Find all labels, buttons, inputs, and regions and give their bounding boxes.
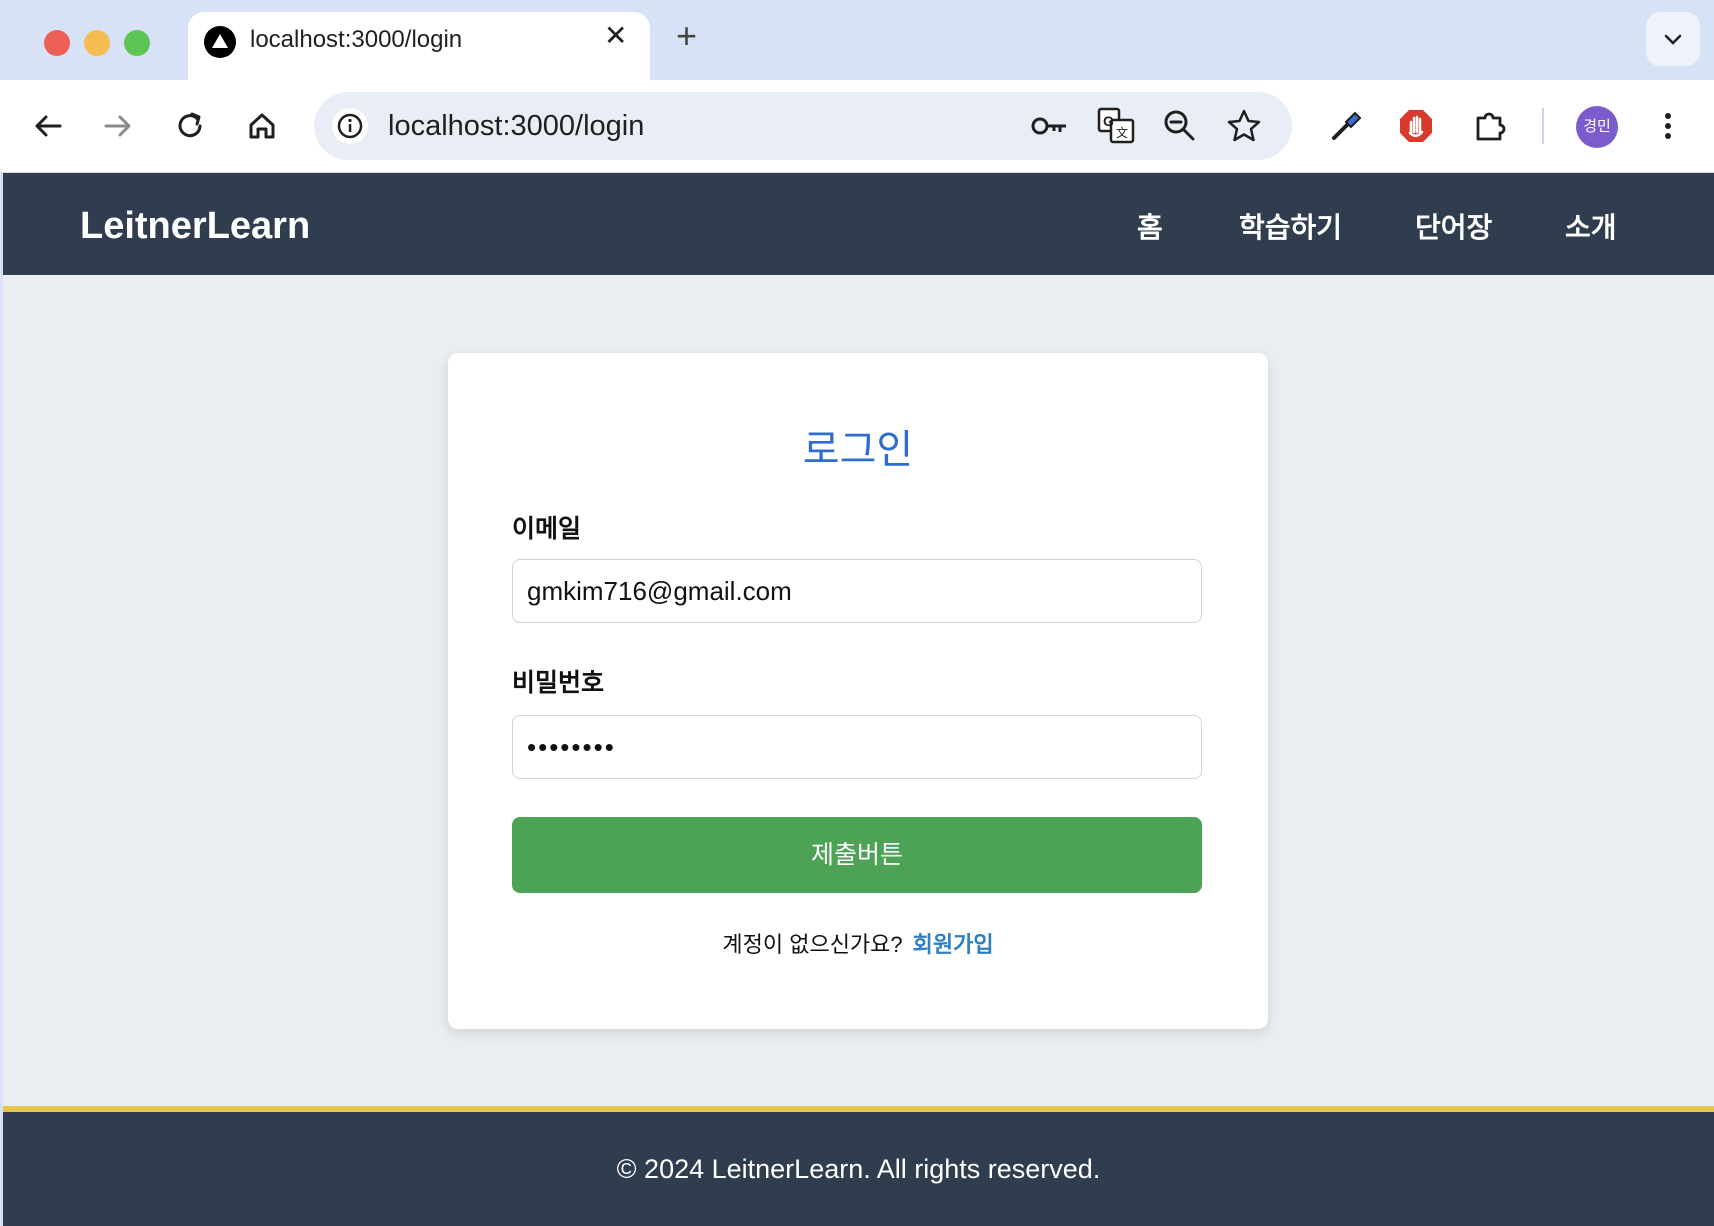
- translate-icon[interactable]: G 文: [1096, 106, 1136, 146]
- password-label: 비밀번호: [512, 669, 605, 697]
- bookmark-star-icon[interactable]: [1224, 106, 1264, 146]
- zoom-out-icon[interactable]: [1160, 106, 1200, 146]
- footer-copyright: © 2024 LeitnerLearn. All rights reserved…: [616, 1154, 1101, 1184]
- password-field[interactable]: ••••••••: [512, 715, 1202, 779]
- tab-strip: localhost:3000/login ✕ +: [0, 0, 1714, 80]
- chevron-down-icon: [1664, 34, 1682, 45]
- new-tab-button[interactable]: +: [676, 18, 697, 54]
- signup-link[interactable]: 회원가입: [913, 932, 994, 957]
- tab-search-button[interactable]: [1646, 12, 1700, 66]
- svg-text:文: 文: [1116, 125, 1128, 140]
- submit-button[interactable]: 제출버튼: [512, 817, 1202, 893]
- login-card: 로그인 이메일 gmkim716@gmail.com 비밀번호 ••••••••…: [448, 353, 1268, 1029]
- extensions-puzzle-icon[interactable]: [1470, 106, 1510, 146]
- reload-icon[interactable]: [170, 106, 210, 146]
- back-arrow-icon[interactable]: [28, 106, 68, 146]
- signup-prompt: 계정이 없으신가요? 회원가입: [448, 927, 1268, 959]
- site-navbar: LeitnerLearn 홈 학습하기 단어장 소개: [3, 173, 1714, 275]
- login-title: 로그인: [802, 428, 914, 472]
- email-field[interactable]: gmkim716@gmail.com: [512, 559, 1202, 623]
- nav-link-home[interactable]: 홈: [1137, 206, 1163, 246]
- more-menu-icon[interactable]: [1648, 106, 1688, 146]
- address-url[interactable]: localhost:3000/login: [388, 110, 644, 143]
- site-logo[interactable]: LeitnerLearn: [80, 205, 310, 248]
- site-footer: © 2024 LeitnerLearn. All rights reserved…: [3, 1106, 1714, 1226]
- eyedropper-icon[interactable]: [1326, 106, 1366, 146]
- tab-title: localhost:3000/login: [250, 26, 463, 53]
- maximize-window-button[interactable]: [124, 30, 150, 56]
- favicon-icon: [204, 26, 236, 58]
- tab-close-button[interactable]: ✕: [604, 22, 627, 50]
- email-label: 이메일: [512, 515, 582, 543]
- browser-toolbar: localhost:3000/login G 文 경민: [0, 80, 1714, 173]
- info-icon: [337, 113, 363, 139]
- no-account-text: 계정이 없으신가요?: [722, 932, 903, 957]
- nav-link-about[interactable]: 소개: [1565, 206, 1617, 246]
- minimize-window-button[interactable]: [84, 30, 110, 56]
- adblock-icon[interactable]: [1396, 106, 1436, 146]
- profile-avatar[interactable]: 경민: [1576, 106, 1618, 148]
- home-icon[interactable]: [242, 106, 282, 146]
- toolbar-separator: [1542, 108, 1544, 144]
- nav-link-wordbook[interactable]: 단어장: [1415, 206, 1492, 246]
- close-window-button[interactable]: [44, 30, 70, 56]
- nav-link-study[interactable]: 학습하기: [1239, 206, 1342, 246]
- site-info-button[interactable]: [332, 108, 368, 144]
- svg-text:G: G: [1103, 113, 1114, 129]
- key-icon[interactable]: [1030, 108, 1070, 144]
- address-bar[interactable]: localhost:3000/login G 文: [314, 92, 1292, 160]
- browser-tab[interactable]: localhost:3000/login ✕: [188, 12, 650, 80]
- web-page: LeitnerLearn 홈 학습하기 단어장 소개 로그인 이메일 gmkim…: [3, 173, 1714, 1226]
- forward-arrow-icon[interactable]: [98, 106, 138, 146]
